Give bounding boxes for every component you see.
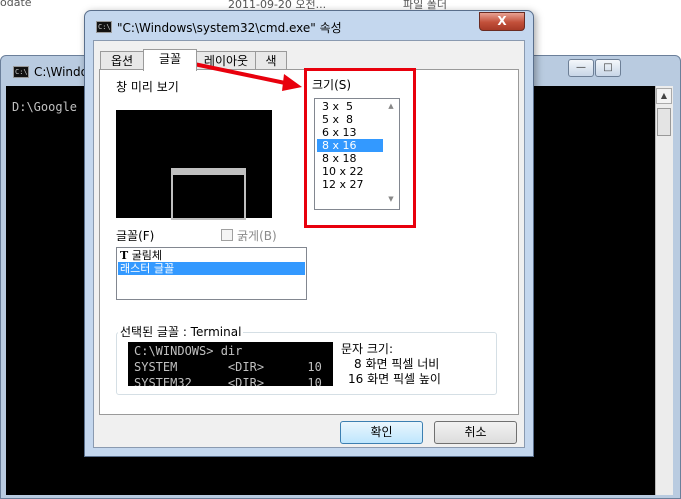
annotation-arrow-head — [282, 74, 302, 91]
annotation-highlight-box — [304, 68, 416, 228]
char-height-text: 16 화면 픽셀 높이 — [348, 372, 441, 386]
cancel-button[interactable]: 취소 — [434, 421, 517, 444]
explorer-column-text: odate — [0, 0, 32, 9]
font-option-name: 굴림체 — [131, 249, 163, 262]
font-option[interactable]: T 굴림체 — [118, 249, 305, 262]
annotation-arrow-line — [193, 62, 291, 86]
preview-mini-titlebar — [173, 170, 244, 175]
font-list[interactable]: T 굴림체 래스터 글꼴 — [116, 247, 307, 300]
truetype-icon: T — [120, 249, 129, 262]
ok-button[interactable]: 확인 — [340, 421, 423, 444]
preview-mini-window — [171, 168, 246, 220]
maximize-button[interactable]: □ — [595, 59, 621, 77]
scroll-thumb[interactable] — [657, 108, 671, 136]
sample-line: SYSTEM <DIR> 10 — [134, 360, 322, 374]
font-sample: C:\WINDOWS> dir SYSTEM <DIR> 10 SYSTEM32… — [128, 342, 333, 386]
bold-label: 굵게(B) — [237, 229, 277, 243]
font-option-name: 래스터 글꼴 — [120, 262, 175, 275]
annotation-arrow-icon — [193, 62, 302, 91]
tab-options[interactable]: 옵션 — [100, 51, 144, 70]
font-label: 글꼴(F) — [116, 229, 155, 243]
console-title: C:\Windo — [34, 65, 88, 79]
selected-font-label: 선택된 글꼴 : Terminal — [118, 323, 244, 340]
dialog-title: "C:\Windows\system32\cmd.exe" 속성 — [117, 21, 342, 35]
font-option-selected[interactable]: 래스터 글꼴 — [118, 262, 305, 275]
bold-checkbox[interactable] — [221, 229, 233, 241]
sample-line: SYSTEM32 <DIR> 10 — [134, 376, 322, 386]
scroll-up-arrow-icon[interactable]: ▲ — [656, 88, 672, 104]
console-scrollbar[interactable]: ▲ — [655, 86, 673, 495]
minimize-button[interactable]: — — [568, 59, 594, 77]
cmd-icon: C:\ — [96, 21, 112, 33]
close-button[interactable]: X — [479, 12, 525, 31]
preview-label: 창 미리 보기 — [116, 80, 179, 94]
tab-font[interactable]: 글꼴 — [143, 49, 197, 71]
console-text: D:\Google — [12, 100, 78, 114]
window-preview — [116, 110, 272, 220]
cmd-icon: C:\ — [13, 66, 29, 78]
sample-line: C:\WINDOWS> dir — [134, 344, 243, 358]
